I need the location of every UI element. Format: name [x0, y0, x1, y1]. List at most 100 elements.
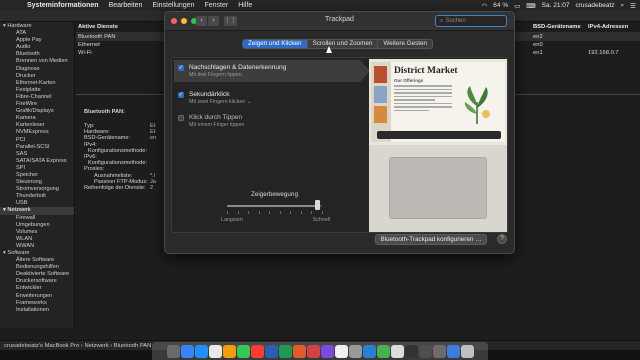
sidebar-item[interactable]: Steuerung: [0, 179, 74, 186]
dock-app-icon[interactable]: [460, 344, 474, 358]
secondary-click-dropdown[interactable]: Mit zwei Fingern klicken ⌄: [189, 99, 251, 105]
menu-einstellungen[interactable]: Einstellungen: [147, 2, 199, 9]
sidebar-group[interactable]: ▾ Hardware: [0, 23, 74, 30]
menu-bearbeiten[interactable]: Bearbeiten: [104, 2, 148, 9]
clock[interactable]: Sa. 21:07: [542, 2, 570, 9]
sidebar-item[interactable]: Grafik/Displays: [0, 108, 74, 115]
sidebar-item[interactable]: Parallel-SCSI: [0, 144, 74, 151]
sidebar-item[interactable]: WLAN: [0, 236, 74, 243]
sidebar-item[interactable]: Installationen: [0, 307, 74, 314]
tab-scroll-and-zoom[interactable]: Scrollen und Zoomen: [307, 40, 379, 48]
dock-app-icon[interactable]: [320, 344, 334, 358]
slider-tick: [290, 211, 292, 214]
user-name[interactable]: crusadebeatz: [576, 2, 615, 9]
col-header-ipv4[interactable]: IPv4-Adressen: [588, 24, 640, 30]
sidebar-item[interactable]: Bedienungshilfen: [0, 264, 74, 271]
dock-app-icon[interactable]: [292, 344, 306, 358]
dock-app-icon[interactable]: [264, 344, 278, 358]
menu-hilfe[interactable]: Hilfe: [233, 2, 257, 9]
preview-document: District Market Our Offerings: [394, 66, 502, 136]
help-button[interactable]: ?: [497, 234, 507, 244]
sidebar-item[interactable]: Drucker: [0, 73, 74, 80]
tracking-speed-slider[interactable]: Zeigerbewegung Langsam Schnell: [221, 191, 330, 223]
sidebar-item[interactable]: SATA/SATA Express: [0, 158, 74, 165]
secondary-click-checkbox[interactable]: ✓: [178, 92, 184, 98]
sidebar-item[interactable]: Umgebungen: [0, 222, 74, 229]
sidebar-item[interactable]: WWAN: [0, 243, 74, 250]
sidebar-item[interactable]: Stromversorgung: [0, 186, 74, 193]
keyboard-icon[interactable]: ⌨: [526, 2, 535, 10]
spotlight-icon[interactable]: ⌕: [621, 2, 625, 10]
battery-percent[interactable]: 64 %: [493, 2, 508, 9]
detail-label: IPv6:: [84, 154, 97, 161]
sidebar-group[interactable]: ▾ Netzwerk: [0, 207, 74, 215]
sidebar-item[interactable]: Kartenleser: [0, 122, 74, 129]
sidebar-item[interactable]: Entwickler: [0, 285, 74, 292]
dock-app-icon[interactable]: [194, 344, 208, 358]
detail-pane: Bluetooth PAN: Typ: Et Hardware: Et BSD-Gerä…: [84, 109, 174, 191]
cell-ip: 192.168.0.7: [588, 50, 619, 56]
menu-app-name[interactable]: Systeminformationen: [22, 2, 104, 9]
dock-app-icon[interactable]: [376, 344, 390, 358]
sidebar-item[interactable]: Druckersoftware: [0, 278, 74, 285]
search-field[interactable]: ⌕ Suchen: [435, 15, 507, 27]
detail-label: IPv4:: [84, 141, 97, 148]
sidebar-item[interactable]: Frameworks: [0, 300, 74, 307]
sidebar-item[interactable]: Audio: [0, 44, 74, 51]
slider-max-label: Schnell: [312, 217, 330, 223]
slider-thumb[interactable]: [314, 200, 320, 210]
sidebar-item[interactable]: Brennen von Medien: [0, 58, 74, 65]
dock-app-icon[interactable]: [432, 344, 446, 358]
dock-app-icon[interactable]: [180, 344, 194, 358]
sidebar-item[interactable]: Kamera: [0, 115, 74, 122]
tab-more-gestures[interactable]: Weitere Gesten: [378, 40, 433, 48]
slider-track[interactable]: [227, 205, 322, 207]
sidebar-item[interactable]: SPI: [0, 165, 74, 172]
sysinfo-sidebar[interactable]: ▾ Hardware ATA Apple Pay Audio Bluetooth Bren…: [0, 22, 75, 328]
sidebar-item[interactable]: Bluetooth: [0, 51, 74, 58]
sidebar-item[interactable]: Thunderbolt: [0, 193, 74, 200]
sidebar-item[interactable]: Apple Pay: [0, 37, 74, 44]
sidebar-item[interactable]: Erweiterungen: [0, 293, 74, 300]
dock-app-icon[interactable]: [222, 344, 236, 358]
dock-app-icon[interactable]: [362, 344, 376, 358]
preview-trackpad: [389, 157, 487, 219]
sidebar-item[interactable]: Speicher: [0, 172, 74, 179]
col-header-bsd[interactable]: BSD-Gerätename: [533, 24, 588, 30]
sidebar-item[interactable]: ATA: [0, 30, 74, 37]
dock-app-icon[interactable]: [166, 344, 180, 358]
sidebar-item[interactable]: Firewall: [0, 215, 74, 222]
dock-app-icon[interactable]: [390, 344, 404, 358]
sidebar-item[interactable]: SAS: [0, 151, 74, 158]
tap-to-click-checkbox[interactable]: [178, 115, 184, 121]
menu-fenster[interactable]: Fenster: [199, 2, 233, 9]
dock-app-icon[interactable]: [278, 344, 292, 358]
dock-app-icon[interactable]: [446, 344, 460, 358]
sidebar-item[interactable]: Deaktivierte Software: [0, 271, 74, 278]
wifi-icon[interactable]: ◠: [482, 2, 488, 10]
control-center-icon[interactable]: ☰: [630, 2, 636, 10]
sidebar-item[interactable]: Diagnose: [0, 66, 74, 73]
detail-label: BSD-Gerätename:: [84, 135, 131, 142]
dock-app-icon[interactable]: [334, 344, 348, 358]
sidebar-item[interactable]: Ältere Software: [0, 257, 74, 264]
dock-app-icon[interactable]: [418, 344, 432, 358]
sidebar-item[interactable]: Fibre-Channel: [0, 94, 74, 101]
sidebar-item[interactable]: PCI: [0, 137, 74, 144]
lookup-checkbox[interactable]: ✓: [178, 65, 184, 71]
sidebar-item[interactable]: Festplatte: [0, 87, 74, 94]
configure-bluetooth-trackpad-button[interactable]: Bluetooth-Trackpad konfigurieren …: [375, 234, 487, 245]
dock-app-icon[interactable]: [250, 344, 264, 358]
battery-icon[interactable]: ▭: [514, 2, 520, 10]
sidebar-item[interactable]: FireWire: [0, 101, 74, 108]
dock-app-icon[interactable]: [306, 344, 320, 358]
sidebar-item[interactable]: Volumes: [0, 229, 74, 236]
sidebar-item[interactable]: NVMExpress: [0, 129, 74, 136]
dock-app-icon[interactable]: [236, 344, 250, 358]
dock-app-icon[interactable]: [208, 344, 222, 358]
dock-app-icon[interactable]: [404, 344, 418, 358]
dock-app-icon[interactable]: [348, 344, 362, 358]
sidebar-item[interactable]: USB: [0, 200, 74, 207]
tab-point-and-click[interactable]: Zeigen und Klicken: [243, 40, 308, 48]
sidebar-item[interactable]: Ethernet-Karten: [0, 80, 74, 87]
